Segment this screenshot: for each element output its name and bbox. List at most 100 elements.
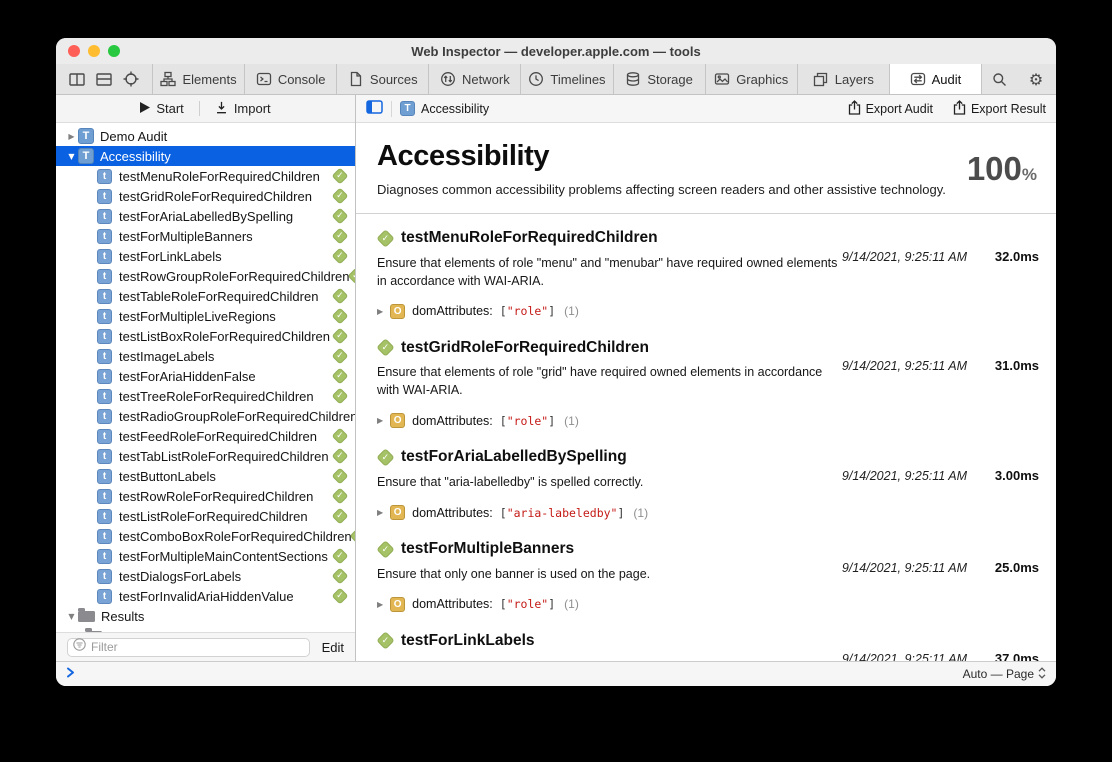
chevron-right-icon[interactable]: ▶ (65, 132, 78, 141)
tree-item-testforinvalidariahiddenvalue[interactable]: ttestForInvalidAriaHiddenValue✓ (56, 586, 355, 606)
chevron-down-icon[interactable]: ▼ (65, 152, 78, 161)
object-badge-icon: O (390, 505, 405, 520)
export-result-button[interactable]: Export Result (953, 100, 1046, 118)
score-value: 100 (967, 150, 1022, 187)
inspector-tabbar: ElementsConsoleSourcesNetworkTimelinesSt… (56, 64, 1056, 95)
tree-item-testimagelabels[interactable]: ttestImageLabels✓ (56, 346, 355, 366)
tree-item-testforariahiddenfalse[interactable]: ttestForAriaHiddenFalse✓ (56, 366, 355, 386)
tree-item-testfeedroleforrequiredchildren[interactable]: ttestFeedRoleForRequiredChildren✓ (56, 426, 355, 446)
test-case-icon: t (97, 409, 112, 424)
tab-console[interactable]: Console (245, 64, 337, 94)
result-description: Ensure that "aria-labelledby" is spelled… (377, 474, 839, 492)
test-case-icon: t (97, 369, 112, 384)
chevron-right-icon[interactable]: ▶ (377, 508, 383, 517)
folder-icon (85, 631, 102, 633)
edit-button[interactable]: Edit (322, 640, 344, 655)
minimize-button[interactable] (88, 45, 100, 57)
tab-elements[interactable]: Elements (153, 64, 245, 94)
console-prompt-icon[interactable] (66, 665, 76, 683)
result-title: testGridRoleForRequiredChildren (401, 339, 649, 357)
start-button[interactable]: Start (125, 95, 198, 122)
export-audit-button[interactable]: Export Audit (848, 100, 933, 118)
tree-item-accessibility[interactable]: ▼TAccessibility (56, 146, 355, 166)
dom-attributes-label: domAttributes: (412, 597, 493, 611)
test-case-icon: t (97, 329, 112, 344)
chevron-right-icon[interactable]: ▶ (377, 416, 383, 425)
dom-attributes-row[interactable]: ▶OdomAttributes:["role"](1) (377, 301, 1044, 321)
dom-attributes-count: (1) (564, 414, 579, 428)
tree-item-demo-audit[interactable]: ▶TDemo Audit (56, 126, 355, 146)
tree-item-testcomboboxroleforrequiredchildren[interactable]: ttestComboBoxRoleForRequiredChildren✓ (56, 526, 355, 546)
chevron-down-icon[interactable]: ▼ (65, 612, 78, 621)
element-picker-icon[interactable] (123, 71, 139, 87)
close-button[interactable] (68, 45, 80, 57)
dom-attributes-row[interactable]: ▶OdomAttributes:["role"](1) (377, 411, 1044, 431)
pass-check-icon: ✓ (332, 308, 349, 325)
import-button[interactable]: Import (200, 95, 286, 122)
pass-check-icon: ✓ (332, 508, 349, 525)
chevron-right-icon[interactable]: ▶ (377, 307, 383, 316)
tab-network[interactable]: Network (429, 64, 521, 94)
tree-item-testforlinklabels[interactable]: ttestForLinkLabels✓ (56, 246, 355, 266)
audit-header: Accessibility Diagnoses common accessibi… (356, 123, 1056, 214)
tree-item-testradiogrouproleforrequiredchildren[interactable]: ttestRadioGroupRoleForRequiredChildren✓ (56, 406, 355, 426)
tree-item-testtreeroleforrequiredchildren[interactable]: ttestTreeRoleForRequiredChildren✓ (56, 386, 355, 406)
tree-item-testtableroleforrequiredchildren[interactable]: ttestTableRoleForRequiredChildren✓ (56, 286, 355, 306)
search-button[interactable] (982, 64, 1016, 94)
chevron-right-icon[interactable]: ▶ (377, 600, 383, 609)
tree-item-testrowroleforrequiredchildren[interactable]: ttestRowRoleForRequiredChildren✓ (56, 486, 355, 506)
tree-item-testtablistroleforrequiredchildren[interactable]: ttestTabListRoleForRequiredChildren✓ (56, 446, 355, 466)
result-timestamp: 9/14/2021, 9:25:11 AM (842, 561, 967, 575)
pass-check-icon: ✓ (376, 339, 394, 357)
document-icon (348, 71, 364, 87)
tree-item-testformultiplemaincontentsections[interactable]: ttestForMultipleMainContentSections✓ (56, 546, 355, 566)
settings-button[interactable]: ⚙ (1016, 64, 1056, 94)
tree-item-label: testDialogsForLabels (119, 569, 241, 584)
export-buttons: Export Audit Export Result (848, 100, 1046, 118)
tab-audit[interactable]: Audit (890, 64, 982, 94)
tree-item-testmenuroleforrequiredchildren[interactable]: ttestMenuRoleForRequiredChildren✓ (56, 166, 355, 186)
tab-storage[interactable]: Storage (614, 64, 706, 94)
zoom-button[interactable] (108, 45, 120, 57)
tree-item-testforarialabelledbyspelling[interactable]: ttestForAriaLabelledBySpelling✓ (56, 206, 355, 226)
page-selector[interactable]: Auto — Page (963, 667, 1046, 682)
tree-item-testgridroleforrequiredchildren[interactable]: ttestGridRoleForRequiredChildren✓ (56, 186, 355, 206)
test-case-icon: t (97, 389, 112, 404)
share-icon (848, 100, 861, 118)
tree-item-testlistboxroleforrequiredchildren[interactable]: ttestListBoxRoleForRequiredChildren✓ (56, 326, 355, 346)
dom-attributes-row[interactable]: ▶OdomAttributes:["role"](1) (377, 594, 1044, 614)
result-title-row: ✓testMenuRoleForRequiredChildren (377, 228, 1044, 249)
tab-layers[interactable]: Layers (798, 64, 890, 94)
tree-item-testbuttonlabels[interactable]: ttestButtonLabels✓ (56, 466, 355, 486)
tab-sources[interactable]: Sources (337, 64, 429, 94)
tree-item-results[interactable]: ▼Results (56, 606, 355, 626)
pass-check-icon: ✓ (332, 448, 349, 465)
tree-item-testformultipleliveregions[interactable]: ttestForMultipleLiveRegions✓ (56, 306, 355, 326)
tab-strip: ElementsConsoleSourcesNetworkTimelinesSt… (153, 64, 982, 94)
audit-title: Accessibility (377, 140, 1040, 173)
breadcrumb[interactable]: T Accessibility (400, 101, 489, 116)
tab-graphics[interactable]: Graphics (706, 64, 798, 94)
result-title: testForAriaLabelledBySpelling (401, 448, 627, 466)
audit-result-scroll[interactable]: Accessibility Diagnoses common accessibi… (356, 123, 1056, 661)
result-title: testForLinkLabels (401, 632, 535, 650)
sidebar-toggle-button[interactable] (366, 100, 383, 117)
result-meta: 9/14/2021, 9:25:11 AM25.0ms (842, 560, 1039, 575)
filter-icon (73, 638, 86, 656)
tree-item-label: testForMultipleLiveRegions (119, 309, 276, 324)
tree-item-label: testForLinkLabels (119, 249, 222, 264)
tab-timelines[interactable]: Timelines (521, 64, 613, 94)
tree-item-testrowgrouproleforrequiredchildren[interactable]: ttestRowGroupRoleForRequiredChildren✓ (56, 266, 355, 286)
tree-item-testlistroleforrequiredchildren[interactable]: ttestListRoleForRequiredChildren✓ (56, 506, 355, 526)
split-vertical-icon[interactable] (69, 72, 85, 87)
pass-check-icon: ✓ (332, 488, 349, 505)
test-case-icon: t (97, 469, 112, 484)
split-horizontal-icon[interactable] (96, 72, 112, 87)
dom-attributes-row[interactable]: ▶OdomAttributes:["aria-labeledby"](1) (377, 503, 1044, 523)
tree-item-label: testForInvalidAriaHiddenValue (119, 589, 294, 604)
tree-item-testdialogsforlabels[interactable]: ttestDialogsForLabels✓ (56, 566, 355, 586)
dom-attributes-count: (1) (564, 304, 579, 318)
tab-label: Layers (835, 72, 874, 87)
tree-item-testformultiplebanners[interactable]: ttestForMultipleBanners✓ (56, 226, 355, 246)
filter-input[interactable]: Filter (67, 638, 310, 657)
